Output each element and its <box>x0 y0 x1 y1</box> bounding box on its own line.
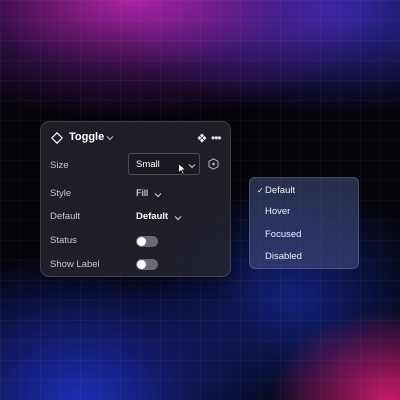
toggle-properties-panel: Toggle ••• Size Small Style Fill Default… <box>40 121 231 277</box>
hexagon-icon[interactable] <box>208 158 219 170</box>
chevron-down-icon <box>188 164 196 169</box>
diamond-icon <box>51 132 63 144</box>
status-toggle[interactable] <box>136 236 158 247</box>
more-horizontal-icon[interactable]: ••• <box>211 131 222 145</box>
panel-header: Toggle ••• <box>41 122 230 154</box>
menu-item-disabled[interactable]: Disabled <box>265 251 302 262</box>
default-select-value[interactable]: Default <box>136 211 168 222</box>
panel-title: Toggle <box>69 131 105 143</box>
menu-item-hover[interactable]: Hover <box>265 206 290 217</box>
menu-item-focused[interactable]: Focused <box>265 229 301 240</box>
size-select[interactable]: Small <box>128 153 200 175</box>
mouse-cursor-icon <box>178 163 187 175</box>
show-label-label: Show Label <box>50 259 100 270</box>
chevron-down-icon[interactable] <box>174 215 182 221</box>
status-label: Status <box>50 235 77 246</box>
chevron-down-icon[interactable] <box>154 192 162 198</box>
menu-item-default[interactable]: Default <box>265 185 295 196</box>
style-select-value[interactable]: Fill <box>136 188 148 199</box>
state-dropdown-menu: ✓ Default Hover Focused Disabled <box>249 177 359 269</box>
component-icon[interactable] <box>197 133 207 143</box>
show-label-toggle[interactable] <box>136 259 158 270</box>
size-label: Size <box>50 160 69 171</box>
chevron-down-icon[interactable] <box>106 135 114 141</box>
check-icon: ✓ <box>257 186 264 195</box>
default-label: Default <box>50 211 81 222</box>
size-select-value: Small <box>136 159 160 170</box>
style-label: Style <box>50 188 72 199</box>
